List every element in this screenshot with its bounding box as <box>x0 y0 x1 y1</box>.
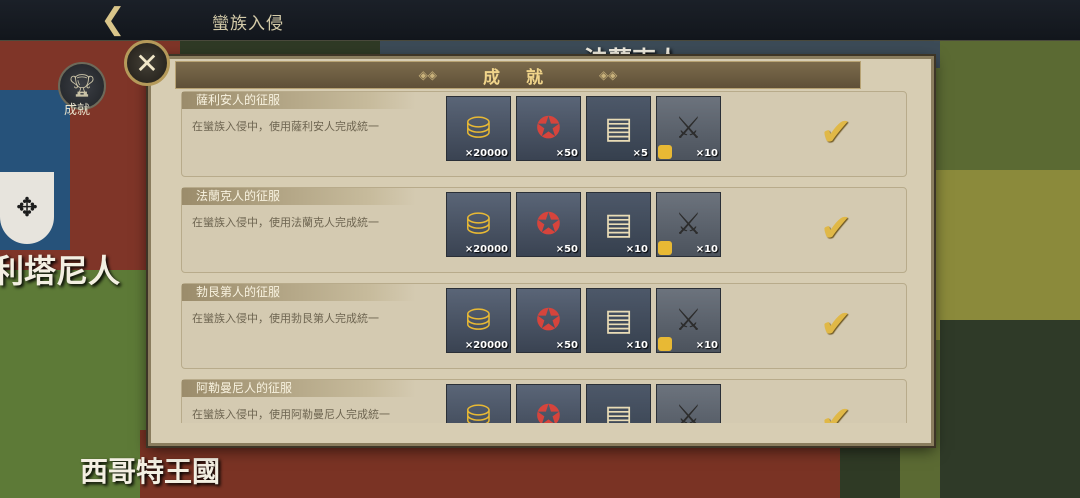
gold-coins-icon: ⛁ <box>465 111 492 146</box>
faction-shield-icon[interactable]: ✥ <box>0 172 54 244</box>
scroll-icon: ▤ <box>604 207 633 242</box>
back-arrow-icon: ❮ <box>100 1 126 37</box>
reward-item[interactable]: ✪ ×50 <box>516 192 581 257</box>
puzzle-piece-icon <box>658 145 672 159</box>
medal-icon: ✪ <box>535 399 562 423</box>
achievement-title: 薩利安人的征服 <box>182 92 416 109</box>
scroll-icon: ▤ <box>604 303 633 338</box>
top-bar: ❮ 蠻族入侵 <box>0 0 1080 41</box>
reward-item[interactable]: ⛁ <box>446 384 511 423</box>
achievement-list[interactable]: 薩利安人的征服在蠻族入侵中，使用薩利安人完成統一 ⛁ ×20000 ✪ ×50 ▤ ×5 ⚔ ×… <box>181 91 907 423</box>
reward-count: ×50 <box>555 148 578 159</box>
map-label-britons: 利塔尼人 <box>0 252 121 290</box>
achievement-description: 在蠻族入侵中，使用法蘭克人完成統一 <box>192 216 379 229</box>
unit-fragment-icon: ⚔ <box>675 207 702 242</box>
unit-fragment-icon: ⚔ <box>675 303 702 338</box>
reward-count: ×10 <box>625 340 648 351</box>
achievement-title: 勃艮第人的征服 <box>182 284 416 301</box>
reward-count: ×20000 <box>464 148 508 159</box>
reward-item[interactable]: ✪ ×50 <box>516 288 581 353</box>
map-region <box>930 170 1080 340</box>
achievement-title: 阿勒曼尼人的征服 <box>182 380 416 397</box>
reward-count: ×10 <box>625 244 648 255</box>
reward-count: ×10 <box>695 340 718 351</box>
completed-check-icon: ✔ <box>820 206 852 250</box>
ornament-icon: ◈◈ <box>418 68 438 82</box>
reward-item[interactable]: ⚔ ×10 <box>656 96 721 161</box>
reward-item[interactable]: ⚔ ×10 <box>656 192 721 257</box>
reward-list: ⛁ ×20000 ✪ ×50 ▤ ×10 ⚔ ×10 <box>446 288 721 353</box>
reward-item[interactable]: ⛁ ×20000 <box>446 288 511 353</box>
gold-coins-icon: ⛁ <box>465 207 492 242</box>
achievement-description: 在蠻族入侵中，使用勃艮第人完成統一 <box>192 312 379 325</box>
achievement-description: 在蠻族入侵中，使用薩利安人完成統一 <box>192 120 379 133</box>
gold-coins-icon: ⛁ <box>465 399 492 423</box>
page-title: 蠻族入侵 <box>212 14 284 34</box>
panel-title: 成 就 <box>483 67 553 88</box>
reward-item[interactable]: ✪ <box>516 384 581 423</box>
map-region <box>940 320 1080 498</box>
map-label-visigoths: 西哥特王國 <box>80 455 221 488</box>
unit-fragment-icon: ⚔ <box>675 399 702 423</box>
achievement-description: 在蠻族入侵中，使用阿勒曼尼人完成統一 <box>192 408 390 421</box>
unit-fragment-icon: ⚔ <box>675 111 702 146</box>
medal-icon: ✪ <box>535 111 562 146</box>
reward-list: ⛁ ×20000 ✪ ×50 ▤ ×5 ⚔ ×10 <box>446 96 721 161</box>
medal-icon: ✪ <box>535 207 562 242</box>
reward-item[interactable]: ▤ ×10 <box>586 192 651 257</box>
ornament-icon: ◈◈ <box>598 68 618 82</box>
close-icon: ✕ <box>135 46 159 80</box>
gold-coins-icon: ⛁ <box>465 303 492 338</box>
reward-list: ⛁ ×20000 ✪ ×50 ▤ ×10 ⚔ ×10 <box>446 192 721 257</box>
achievement-row: 勃艮第人的征服 在蠻族入侵中，使用勃艮第人完成統一 ⛁ ×20000 ✪ ×50 ▤ ×10 ⚔… <box>181 283 907 369</box>
reward-item[interactable]: ⚔ <box>656 384 721 423</box>
reward-list: ⛁ ✪ ▤ ⚔ <box>446 384 721 423</box>
reward-count: ×5 <box>632 148 648 159</box>
reward-count: ×10 <box>695 244 718 255</box>
achievement-row: 薩利安人的征服在蠻族入侵中，使用薩利安人完成統一 ⛁ ×20000 ✪ ×50 ▤ ×5 ⚔ ×… <box>181 91 907 177</box>
reward-count: ×50 <box>555 340 578 351</box>
completed-check-icon: ✔ <box>820 110 852 154</box>
close-button[interactable]: ✕ <box>124 40 170 86</box>
achievement-row: 法蘭克人的征服 在蠻族入侵中，使用法蘭克人完成統一 ⛁ ×20000 ✪ ×50 ▤ ×10 ⚔… <box>181 187 907 273</box>
trophy-icon: 🏆︎ <box>68 73 96 99</box>
achievements-panel: ◈◈ 成 就 ◈◈ 薩利安人的征服在蠻族入侵中，使用薩利安人完成統一 ⛁ ×2000… <box>148 56 934 446</box>
completed-check-icon: ✔ <box>820 398 852 423</box>
reward-item[interactable]: ▤ ×5 <box>586 96 651 161</box>
reward-item[interactable]: ✪ ×50 <box>516 96 581 161</box>
achievement-row: 阿勒曼尼人的征服在蠻族入侵中，使用阿勒曼尼人完成統一 ⛁ ✪ ▤ ⚔ ✔ <box>181 379 907 423</box>
puzzle-piece-icon <box>658 241 672 255</box>
reward-item[interactable]: ⚔ ×10 <box>656 288 721 353</box>
reward-count: ×20000 <box>464 340 508 351</box>
achievement-title: 法蘭克人的征服 <box>182 188 416 205</box>
reward-item[interactable]: ⛁ ×20000 <box>446 192 511 257</box>
puzzle-piece-icon <box>658 337 672 351</box>
reward-item[interactable]: ▤ <box>586 384 651 423</box>
scroll-icon: ▤ <box>604 111 633 146</box>
reward-count: ×50 <box>555 244 578 255</box>
back-button[interactable]: ❮ <box>78 0 148 38</box>
reward-count: ×10 <box>695 148 718 159</box>
reward-count: ×20000 <box>464 244 508 255</box>
achievements-label: 成就 <box>64 103 91 118</box>
panel-header: ◈◈ 成 就 ◈◈ <box>175 61 861 89</box>
scroll-icon: ▤ <box>604 399 633 423</box>
reward-item[interactable]: ⛁ ×20000 <box>446 96 511 161</box>
medal-icon: ✪ <box>535 303 562 338</box>
completed-check-icon: ✔ <box>820 302 852 346</box>
reward-item[interactable]: ▤ ×10 <box>586 288 651 353</box>
